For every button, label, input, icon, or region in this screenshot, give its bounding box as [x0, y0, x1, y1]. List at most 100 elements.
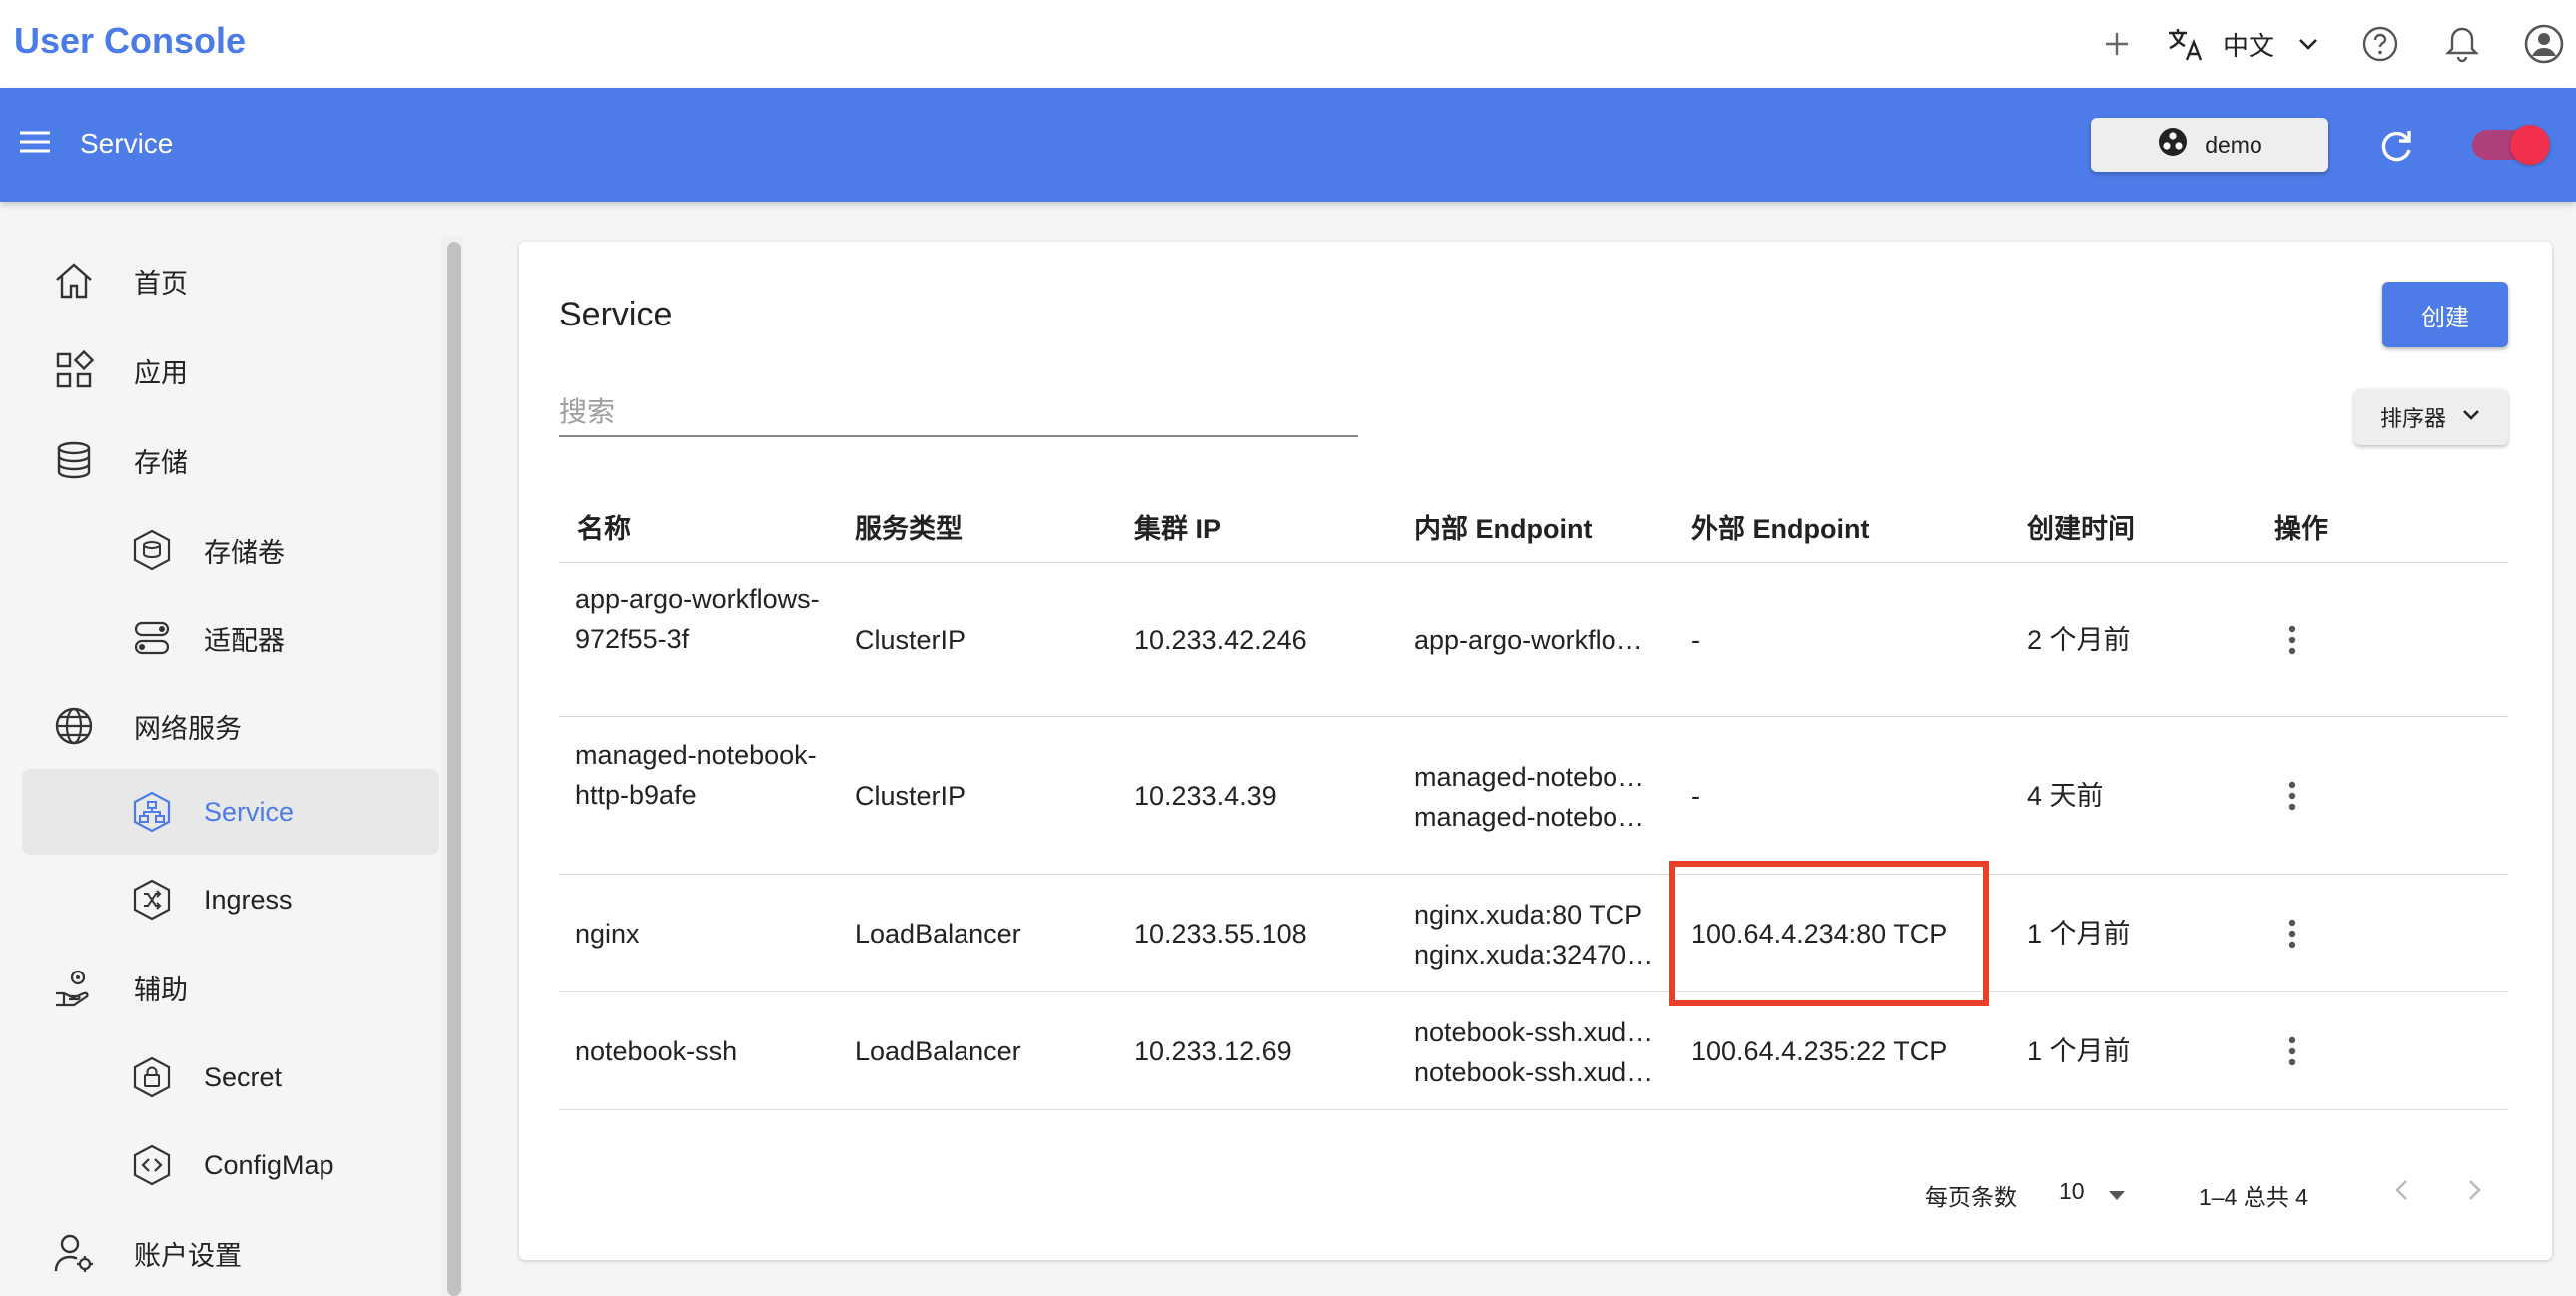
account-circle-icon[interactable] — [2518, 18, 2570, 70]
home-icon — [52, 259, 96, 303]
sidebar-item-service[interactable]: Service — [22, 769, 439, 855]
language-label[interactable]: 中文 — [2223, 26, 2274, 63]
configmap-icon — [130, 1143, 174, 1187]
page-title: Service — [559, 296, 673, 333]
sidebar-item-label: 存储 — [134, 447, 188, 478]
help-icon[interactable] — [2354, 18, 2406, 70]
row-cluster-ip: 10.233.42.246 — [1134, 625, 1307, 655]
caret-down-icon[interactable] — [2105, 1182, 2129, 1200]
row-name: notebook-ssh — [575, 1036, 738, 1066]
rows-per-page-select[interactable]: 10 — [2059, 1178, 2085, 1205]
sidebar-scrollbar-thumb[interactable] — [447, 242, 461, 1296]
theme-toggle[interactable] — [2472, 125, 2550, 165]
row-internal-endpoint: notebook-ssh.xuda:22 TCP — [1414, 1017, 1659, 1047]
sidebar-item-home[interactable]: 首页 — [22, 238, 439, 324]
column-header-name[interactable]: 名称 — [577, 507, 631, 546]
row-type: ClusterIP — [855, 625, 966, 655]
row-internal-endpoint: managed-notebook-http-b9afe — [1414, 762, 1659, 792]
more-vert-icon[interactable] — [2272, 1031, 2312, 1071]
row-internal-endpoint: managed-notebook-http-b9afe — [1414, 802, 1659, 832]
column-header-cluster-ip[interactable]: 集群 IP — [1134, 507, 1221, 546]
chevron-down-icon[interactable] — [2282, 18, 2334, 70]
sidebar-item-secret[interactable]: Secret — [22, 1034, 439, 1120]
rows-per-page-label: 每页条数 — [1925, 1184, 2017, 1210]
sidebar-item-label: 账户设置 — [134, 1240, 242, 1271]
apps-icon — [52, 348, 96, 392]
sidebar-item-configmap[interactable]: ConfigMap — [22, 1122, 439, 1208]
row-external-endpoint: - — [1691, 625, 1700, 655]
column-header-type[interactable]: 服务类型 — [855, 507, 963, 546]
sidebar-item-helper[interactable]: 辅助 — [22, 945, 439, 1030]
create-button[interactable]: 创建 — [2382, 282, 2508, 347]
pagination-range: 1–4 总共 4 — [2199, 1184, 2308, 1210]
sidebar-item-label: Ingress — [204, 884, 293, 915]
sidebar-item-ingress[interactable]: Ingress — [22, 857, 439, 943]
row-internal-endpoint: nginx.xuda:80 TCP — [1414, 900, 1643, 930]
helper-icon — [52, 966, 96, 1009]
row-internal-endpoint: nginx.xuda:32470 TCP — [1414, 940, 1659, 970]
volume-icon — [130, 528, 174, 572]
column-header-external-endpoint[interactable]: 外部 Endpoint — [1691, 507, 1869, 546]
service-icon — [130, 790, 174, 834]
ingress-icon — [130, 878, 174, 922]
database-icon — [52, 438, 96, 482]
sidebar-item-label: 适配器 — [204, 625, 285, 656]
chevron-down-icon — [2460, 403, 2482, 431]
table-row[interactable]: nginx LoadBalancer 10.233.55.108 nginx.x… — [559, 875, 2508, 992]
column-header-created[interactable]: 创建时间 — [2027, 507, 2135, 546]
chevron-right-icon[interactable] — [2454, 1170, 2494, 1210]
sidebar-item-label: Service — [204, 796, 295, 827]
top-bar: User Console 中文 — [0, 0, 2576, 88]
sidebar-item-label: 辅助 — [134, 974, 188, 1005]
translate-icon[interactable] — [2159, 18, 2211, 70]
service-table: 名称 服务类型 集群 IP 内部 Endpoint 外部 Endpoint 创建… — [559, 481, 2508, 1110]
pagination: 每页条数 10 1–4 总共 4 — [519, 1160, 2552, 1220]
sidebar-item-network[interactable]: 网络服务 — [22, 683, 439, 769]
row-external-endpoint: 100.64.4.235:22 TCP — [1691, 1036, 1948, 1066]
table-header: 名称 服务类型 集群 IP 内部 Endpoint 外部 Endpoint 创建… — [559, 481, 2508, 563]
sort-button[interactable]: 排序器 — [2354, 389, 2508, 445]
table-row[interactable]: managed-notebook-http-b9afe ClusterIP 10… — [559, 717, 2508, 875]
more-vert-icon[interactable] — [2272, 914, 2312, 954]
bell-icon[interactable] — [2436, 18, 2488, 70]
app-title[interactable]: User Console — [14, 20, 246, 62]
sidebar-item-account-settings[interactable]: 账户设置 — [22, 1210, 439, 1296]
sidebar: 首页 应用 存储 存储卷 适配器 网络服务 Service Ingress 辅助… — [0, 202, 459, 1296]
table-row[interactable]: app-argo-workflows-972f55-3f ClusterIP 1… — [559, 563, 2508, 717]
sidebar-item-label: Secret — [204, 1061, 283, 1092]
add-icon[interactable] — [2091, 18, 2143, 70]
search-input[interactable] — [559, 389, 1358, 437]
adapter-icon — [130, 616, 174, 660]
sidebar-item-label: 存储卷 — [204, 537, 285, 568]
row-type: LoadBalancer — [855, 919, 1021, 949]
service-card: Service 创建 排序器 名称 服务类型 集群 IP 内部 Endpoint… — [519, 242, 2552, 1260]
app-bar: Service demo — [0, 88, 2576, 202]
menu-icon[interactable] — [16, 123, 56, 163]
row-type: ClusterIP — [855, 781, 966, 811]
row-cluster-ip: 10.233.12.69 — [1134, 1036, 1292, 1066]
more-vert-icon[interactable] — [2272, 620, 2312, 660]
sidebar-item-adapters[interactable]: 适配器 — [22, 595, 439, 681]
sidebar-item-apps[interactable]: 应用 — [22, 327, 439, 413]
sidebar-item-volumes[interactable]: 存储卷 — [22, 507, 439, 593]
refresh-icon[interactable] — [2374, 124, 2418, 168]
row-internal-endpoint: notebook-ssh.xuda:30022 TCP — [1414, 1057, 1659, 1087]
row-type: LoadBalancer — [855, 1036, 1021, 1066]
sidebar-item-label: 网络服务 — [134, 713, 242, 744]
table-row[interactable]: notebook-ssh LoadBalancer 10.233.12.69 n… — [559, 992, 2508, 1110]
row-name: managed-notebook-http-b9afe — [575, 740, 817, 810]
sidebar-item-label: ConfigMap — [204, 1149, 334, 1180]
chevron-left-icon[interactable] — [2382, 1170, 2422, 1210]
sort-label: 排序器 — [2379, 406, 2446, 431]
namespace-selector-button[interactable]: demo — [2091, 118, 2328, 172]
column-header-internal-endpoint[interactable]: 内部 Endpoint — [1414, 507, 1592, 546]
globe-icon — [52, 704, 96, 748]
secret-icon — [130, 1055, 174, 1099]
sidebar-item-label: 应用 — [134, 357, 188, 388]
sidebar-item-label: 首页 — [134, 268, 188, 299]
sidebar-item-storage[interactable]: 存储 — [22, 417, 439, 503]
row-name: nginx — [575, 919, 640, 949]
column-header-actions: 操作 — [2274, 514, 2328, 544]
row-cluster-ip: 10.233.4.39 — [1134, 781, 1277, 811]
more-vert-icon[interactable] — [2272, 776, 2312, 816]
